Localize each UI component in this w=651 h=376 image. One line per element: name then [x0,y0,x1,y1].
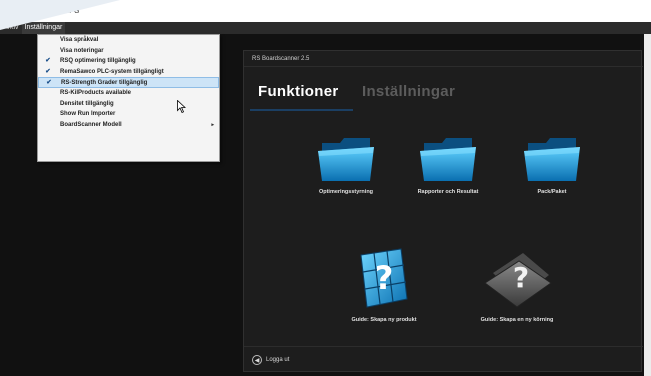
tile-pack-paket[interactable]: Pack/Paket [508,133,596,195]
panel-title: RS Boardscanner 2.5 [252,56,310,62]
menu-bar: Arkiv Inställningar [0,22,651,34]
boardscanner-app-icon: ⚙ [6,8,13,15]
submenu-arrow-icon: ▸ [211,121,214,128]
window-edge [644,34,651,376]
divider [244,66,643,67]
tile-label: Optimeringsstyrning [318,189,374,195]
active-tab-indicator [250,109,353,111]
window-title: RS BoardScanner-G [15,7,80,15]
menu-item-label: Visa noteringar [60,47,104,54]
help-cube-icon: ? [360,248,408,308]
menu-item-densitet[interactable]: Densitet tillgänglig [38,99,219,110]
menu-item-label: RS-Strength Grader tillgänglig [61,80,148,87]
svg-text:?: ? [375,259,394,297]
svg-text:?: ? [513,261,529,294]
tile-label: Guide: Skapa ny produkt [351,317,417,323]
menu-item-label: Visa språkval [60,37,99,43]
tile-guide-skapa-en-ny-korning[interactable]: ? Guide: Skapa en ny körning [462,247,572,323]
checkmark-icon: ✔ [45,67,51,75]
tile-label: Rapporter och Resultat [417,189,479,195]
menu-item-rs-strength-grader[interactable]: ✔ RS-Strength Grader tillgänglig [38,77,219,88]
tile-guide-skapa-ny-produkt[interactable]: ? Guide: Skapa ny produkt [332,243,436,323]
blue-folder-icon [318,138,374,181]
menu-item-rsq-optimering[interactable]: ✔ RSQ optimering tillgänglig [38,56,219,67]
tile-label: Guide: Skapa en ny körning [480,317,554,323]
title-bar: ⚙ RS BoardScanner-G [0,0,651,22]
logout-button[interactable]: ◀ Logga ut [252,355,289,365]
checkmark-icon: ✔ [45,57,51,65]
boardscanner-panel: RS Boardscanner 2.5 Funktioner Inställni… [243,50,643,372]
menu-item-visa-sprakval[interactable]: Visa språkval [38,35,219,46]
tile-label: Pack/Paket [537,189,567,195]
blue-folder-icon [420,138,476,181]
logout-label: Logga ut [266,357,290,363]
installningar-dropdown-menu: Visa språkval Visa noteringar ✔ RSQ opti… [37,34,220,162]
menu-item-label: RemaSawco PLC-system tillgängligt [60,68,164,75]
tab-installningar[interactable]: Inställningar [362,83,455,100]
menu-installningar[interactable]: Inställningar [21,22,66,34]
menu-arkiv[interactable]: Arkiv [0,22,22,34]
menu-item-label: Show Run Importer [60,111,116,118]
menu-item-rs-kilproducts[interactable]: RS-KilProducts available [38,88,219,99]
menu-item-label: RS-KilProducts available [60,89,132,96]
menu-item-boardscanner-modell[interactable]: BoardScanner Modell ▸ [38,120,219,131]
menu-item-visa-noteringar[interactable]: Visa noteringar [38,46,219,57]
mouse-cursor-icon [177,100,186,113]
menu-item-show-run-importer[interactable]: Show Run Importer [38,109,219,120]
menu-item-label: BoardScanner Modell [60,121,122,128]
back-arrow-icon: ◀ [252,355,262,365]
tile-optimeringsstyrning[interactable]: Optimeringsstyrning [302,133,390,195]
menu-item-remasawco-plc[interactable]: ✔ RemaSawco PLC-system tillgängligt [38,67,219,78]
tab-funktioner[interactable]: Funktioner [258,83,339,100]
app-window: ⚙ RS BoardScanner-G Arkiv Inställningar … [0,0,651,376]
divider [244,346,643,347]
menu-item-label: Densitet tillgänglig [60,100,114,107]
menu-item-label: RSQ optimering tillgänglig [60,58,136,65]
help-folder-icon: ? [484,253,552,308]
blue-folder-icon [524,138,580,181]
tile-rapporter-och-resultat[interactable]: Rapporter och Resultat [402,133,494,195]
